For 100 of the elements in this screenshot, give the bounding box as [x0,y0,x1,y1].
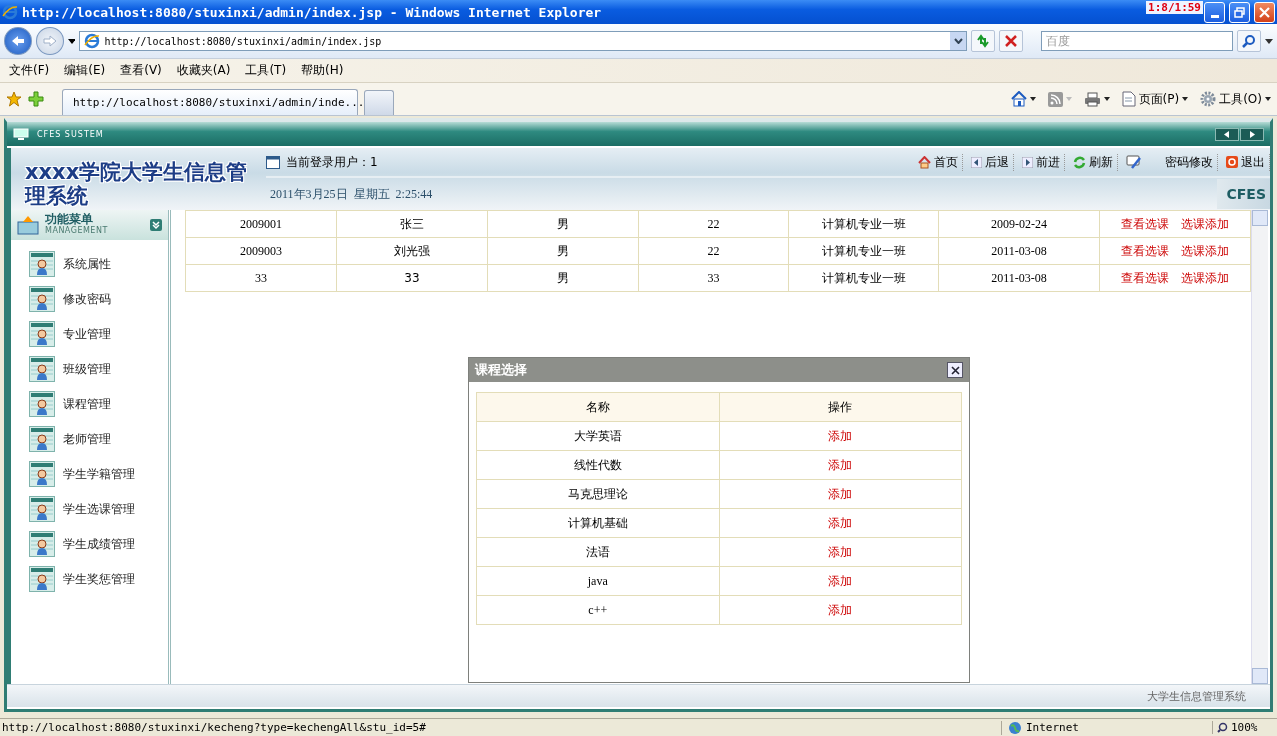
sidebar-item[interactable]: 学生选课管理 [63,500,135,518]
action-link[interactable]: 查看选课 [1115,270,1175,285]
action-link[interactable]: 查看选课 [1115,243,1175,258]
table-cell: 计算机基础 [476,508,719,538]
table-cell: c++ [476,595,719,625]
monitor-icon [13,128,29,140]
table-cell: 男 [487,264,639,292]
menu-item[interactable]: 收藏夹(A) [169,62,238,79]
action-link[interactable]: 选课添加 [1175,216,1235,231]
back-arrow-icon [10,35,25,47]
print-icon[interactable] [1083,91,1101,107]
action-link[interactable]: 选课添加 [1175,243,1235,258]
settings-icon[interactable] [1200,91,1217,107]
menu-subtitle: MANAGEMENT [45,225,108,237]
nav-link[interactable]: 密码修改 [1165,153,1213,171]
sidebar-item[interactable]: 老师管理 [63,430,111,448]
dropdown-icon[interactable] [1182,97,1189,101]
table-cell: 2011-03-08 [938,264,1100,292]
search-options-icon[interactable] [1265,38,1273,44]
collapse-icon[interactable] [150,219,162,231]
sidebar-item[interactable]: 修改密码 [63,290,111,308]
sidebar-item[interactable]: 学生奖惩管理 [63,570,135,588]
dropdown-icon[interactable] [1029,97,1036,101]
table-cell: 2011-03-08 [938,237,1100,265]
menu-item[interactable]: 查看(V) [113,62,169,79]
add-link[interactable]: 添加 [822,573,859,588]
sidebar-item[interactable]: 学生学籍管理 [63,465,135,483]
home-icon[interactable] [918,155,931,169]
system-title: xxxx学院大学生信息管理系统 [25,160,249,208]
menu-item[interactable]: 帮助(H) [294,62,351,79]
exit-icon[interactable] [1226,156,1238,168]
add-link[interactable]: 添加 [822,486,859,501]
restore-button[interactable] [1229,1,1250,23]
table-cell: 男 [487,237,639,265]
brand-badge: CFES [1216,179,1270,209]
add-link[interactable]: 添加 [822,602,859,617]
nav-link[interactable]: 后退 [985,153,1009,171]
history-dropdown-icon[interactable] [67,38,76,44]
restore-icon [1234,6,1245,18]
table-cell: 计算机专业一班 [788,264,939,292]
action-link[interactable]: 查看选课 [1115,216,1175,231]
forward-arrow-icon[interactable] [1022,156,1033,168]
user-card-icon [29,531,55,557]
table-cell: 计算机专业一班 [788,210,939,238]
sidebar-item[interactable]: 班级管理 [63,360,111,378]
minimize-button[interactable] [1204,1,1225,23]
menu-title: 功能菜单 [45,213,94,225]
command-menu[interactable]: 页面(P) [1138,90,1180,108]
feed-icon[interactable] [1047,91,1063,107]
close-button[interactable] [947,362,963,378]
nav-link[interactable]: 首页 [934,153,958,171]
nav-link[interactable]: 退出 [1241,153,1265,171]
dropdown-icon[interactable] [1103,97,1110,101]
nav-link[interactable]: 前进 [1036,153,1060,171]
home-icon[interactable] [1010,91,1027,107]
add-link[interactable]: 添加 [822,457,859,472]
address-field[interactable]: http://localhost:8080/stuxinxi/admin/index.jsp [79,31,968,51]
search-icon [1242,34,1257,48]
zoom-icon[interactable] [1217,722,1228,733]
window-title: http://localhost:8080/stuxinxi/admin/index.jsp - Windows Internet Explorer [22,4,602,20]
dialog-title: 课程选择 [475,361,527,379]
table-cell: 大学英语 [476,421,719,451]
edit-icon[interactable] [1126,155,1142,169]
scroll-left-icon[interactable] [1215,127,1239,141]
search-button[interactable] [1237,30,1262,52]
back-button[interactable] [4,27,32,55]
user-card-icon [29,496,55,522]
menu-item[interactable]: 编辑(E) [57,62,113,79]
favorites-star-icon[interactable] [6,91,22,107]
menu-item[interactable]: 工具(T) [238,62,294,79]
table-cell: 22 [638,237,789,265]
command-menu[interactable]: 工具(O) [1219,90,1262,108]
dropdown-icon[interactable] [1265,97,1271,101]
search-field[interactable]: 百度 [1041,31,1234,51]
stop-button[interactable] [999,30,1023,52]
sidebar-item[interactable]: 学生成绩管理 [63,535,135,553]
sidebar-item[interactable]: 系统属性 [63,255,111,273]
nav-link[interactable]: 刷新 [1089,153,1113,171]
security-zone: Internet [1026,721,1079,734]
user-card-icon [29,391,55,417]
menu-item[interactable]: 文件(F) [2,62,57,79]
zoom-level[interactable]: 100% [1231,721,1258,734]
dropdown-icon[interactable] [953,38,963,44]
user-card-icon [29,461,55,487]
sidebar-item[interactable]: 专业管理 [63,325,111,343]
action-link[interactable]: 选课添加 [1175,270,1235,285]
table-cell: 法语 [476,537,719,567]
add-favorite-icon[interactable] [28,91,44,107]
scroll-right-icon[interactable] [1240,127,1264,141]
add-link[interactable]: 添加 [822,544,859,559]
table-cell: 刘光强 [336,237,488,265]
back-arrow-icon[interactable] [971,156,982,168]
add-link[interactable]: 添加 [822,428,859,443]
sidebar-item[interactable]: 课程管理 [63,395,111,413]
close-icon [950,365,960,375]
page-icon[interactable] [1121,91,1136,107]
add-link[interactable]: 添加 [822,515,859,530]
table-cell: 33 [185,264,337,292]
refresh-button[interactable] [971,30,996,52]
table-cell: 22 [638,210,789,238]
